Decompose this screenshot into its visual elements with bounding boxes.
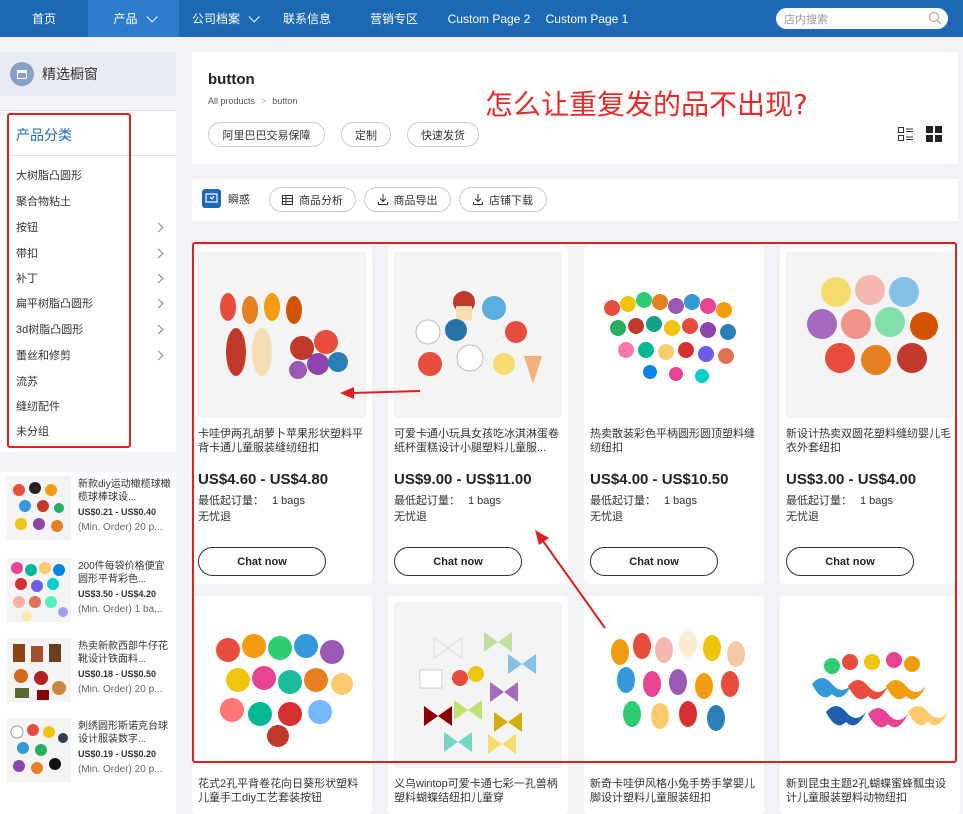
chevron-right-icon[interactable] — [153, 298, 164, 309]
nav-products[interactable]: 产品 — [88, 0, 179, 37]
list-item-min-order: (Min. Order) 20 p... — [78, 764, 163, 775]
nav-contact[interactable]: 联系信息 — [274, 0, 340, 37]
tag-trade-assurance[interactable]: 阿里巴巴交易保障 — [208, 122, 325, 147]
list-item[interactable]: 刺绣圆形斯诺克台球设计服装数字... US$0.19 - US$0.20 (Mi… — [7, 718, 172, 788]
tag-label: 定制 — [355, 129, 377, 142]
table-icon — [282, 194, 293, 205]
list-item-title[interactable]: 200件每袋价格便宜圆形平背彩色... — [78, 560, 172, 586]
chevron-right-icon[interactable] — [153, 222, 164, 233]
product-export-button[interactable]: 商品导出 — [364, 187, 451, 212]
toolbar-extension-button[interactable]: 瞬惑 — [202, 189, 250, 208]
chevron-right-icon[interactable] — [153, 324, 164, 335]
chevron-down-icon — [145, 10, 158, 23]
list-item-title[interactable]: 热卖新款西部牛仔花靴设计铁面料... — [78, 640, 172, 666]
list-view-icon[interactable] — [898, 127, 913, 141]
product-thumbnail[interactable] — [7, 718, 71, 782]
annotation-question: 怎么让重复发的品不出现? — [485, 88, 808, 121]
breadcrumb-separator: > — [261, 96, 267, 106]
showcase-label: 精选橱窗 — [42, 66, 98, 82]
search-icon[interactable] — [928, 11, 942, 25]
nav-custom-page-2[interactable]: Custom Page 2 — [444, 0, 534, 37]
tag-customization[interactable]: 定制 — [341, 122, 391, 147]
product-export-label: 商品导出 — [393, 194, 438, 207]
list-item[interactable]: 200件每袋价格便宜圆形平背彩色... US$3.50 - US$4.20 (M… — [7, 558, 172, 628]
nav-company-label: 公司档案 — [191, 12, 240, 26]
tag-label: 阿里巴巴交易保障 — [222, 129, 311, 142]
nav-custom-page-2-label: Custom Page 2 — [447, 11, 531, 26]
featured-list: 新款diy运动橄榄球橄榄球棒球设... US$0.21 - US$0.40 (M… — [0, 472, 176, 814]
list-item-min-order: (Min. Order) 1 ba... — [78, 604, 163, 615]
list-item-title[interactable]: 新款diy运动橄榄球橄榄球棒球设... — [78, 478, 172, 504]
list-item[interactable]: 新款diy运动橄榄球橄榄球棒球设... US$0.21 - US$0.40 (M… — [7, 476, 172, 546]
nav-marketing[interactable]: 营销专区 — [361, 0, 427, 37]
product-image — [13, 644, 66, 700]
chevron-right-icon[interactable] — [153, 273, 164, 284]
product-image — [11, 562, 68, 621]
product-title[interactable]: 花式2孔平背卷花向日葵形状塑料儿童手工diy工艺套装按钮 — [198, 777, 364, 805]
nav-custom-page-1[interactable]: Custom Page 1 — [543, 0, 631, 37]
annotation-box-products — [192, 242, 957, 763]
list-item-min-order: (Min. Order) 20 p... — [78, 684, 163, 695]
nav-products-label: 产品 — [113, 12, 138, 26]
list-item-price: US$0.18 - US$0.50 — [78, 669, 157, 679]
annotation-box-categories — [7, 113, 131, 448]
chevron-right-icon[interactable] — [153, 350, 164, 361]
nav-company[interactable]: 公司档案 — [184, 0, 264, 37]
toolbar-extension-label: 瞬惑 — [228, 193, 250, 206]
product-image — [13, 482, 64, 532]
extension-icon — [202, 189, 221, 208]
search-placeholder: 店内搜索 — [784, 13, 828, 26]
product-title[interactable]: 新到昆虫主题2孔蝴蝶蜜蜂瓢虫设计儿童服装塑料动物纽扣 — [786, 777, 952, 805]
nav-marketing-label: 营销专区 — [369, 12, 418, 26]
list-item-min-order: (Min. Order) 20 p... — [78, 522, 163, 533]
breadcrumb-current: button — [272, 96, 298, 106]
nav-home[interactable]: 首页 — [0, 0, 88, 37]
list-item[interactable]: 热卖新款西部牛仔花靴设计铁面料... US$0.18 - US$0.50 (Mi… — [7, 638, 172, 708]
product-thumbnail[interactable] — [7, 558, 71, 622]
chevron-right-icon[interactable] — [153, 248, 164, 259]
nav-contact-label: 联系信息 — [282, 12, 331, 26]
list-item-price: US$3.50 - US$4.20 — [78, 589, 157, 599]
tag-label: 快速发货 — [421, 129, 465, 142]
toolbar: 瞬惑 商品分析 商品导出 店铺下载 — [192, 179, 958, 221]
showcase-header[interactable]: 精选橱窗 — [0, 52, 176, 96]
search-input[interactable]: 店内搜索 — [776, 8, 948, 29]
showcase-icon — [10, 62, 34, 86]
breadcrumb-root[interactable]: All products — [208, 96, 255, 106]
product-analysis-button[interactable]: 商品分析 — [269, 187, 356, 212]
product-thumbnail[interactable] — [7, 476, 71, 540]
product-title[interactable]: 义乌wintop可爱卡通七彩一孔兽柄塑料蝴蝶结纽扣儿童穿 — [394, 777, 560, 805]
nav-custom-page-1-label: Custom Page 1 — [545, 11, 629, 26]
list-item-price: US$0.19 - US$0.20 — [78, 749, 157, 759]
product-analysis-label: 商品分析 — [299, 194, 343, 207]
store-download-button[interactable]: 店铺下载 — [459, 187, 547, 212]
download-icon — [377, 194, 388, 205]
breadcrumb: All products > button — [208, 96, 297, 106]
list-item-title[interactable]: 刺绣圆形斯诺克台球设计服装数字... — [78, 720, 172, 746]
tag-fast-shipping[interactable]: 快速发货 — [407, 122, 479, 147]
chevron-down-icon — [248, 10, 260, 23]
top-nav: 首页 产品 公司档案 联系信息 营销专区 Custom Page 2 Custo… — [0, 0, 963, 37]
page-title: button — [208, 71, 255, 88]
grid-view-icon[interactable] — [926, 126, 942, 142]
product-image — [10, 724, 68, 774]
store-download-label: 店铺下载 — [489, 194, 533, 207]
list-item-price: US$0.21 - US$0.40 — [78, 507, 157, 517]
product-thumbnail[interactable] — [7, 638, 71, 702]
download-icon — [473, 194, 483, 205]
product-title[interactable]: 新奇卡哇伊风格小兔手势手掌婴儿脚设计塑料儿童服装纽扣 — [590, 777, 756, 805]
nav-home-label: 首页 — [31, 12, 56, 26]
